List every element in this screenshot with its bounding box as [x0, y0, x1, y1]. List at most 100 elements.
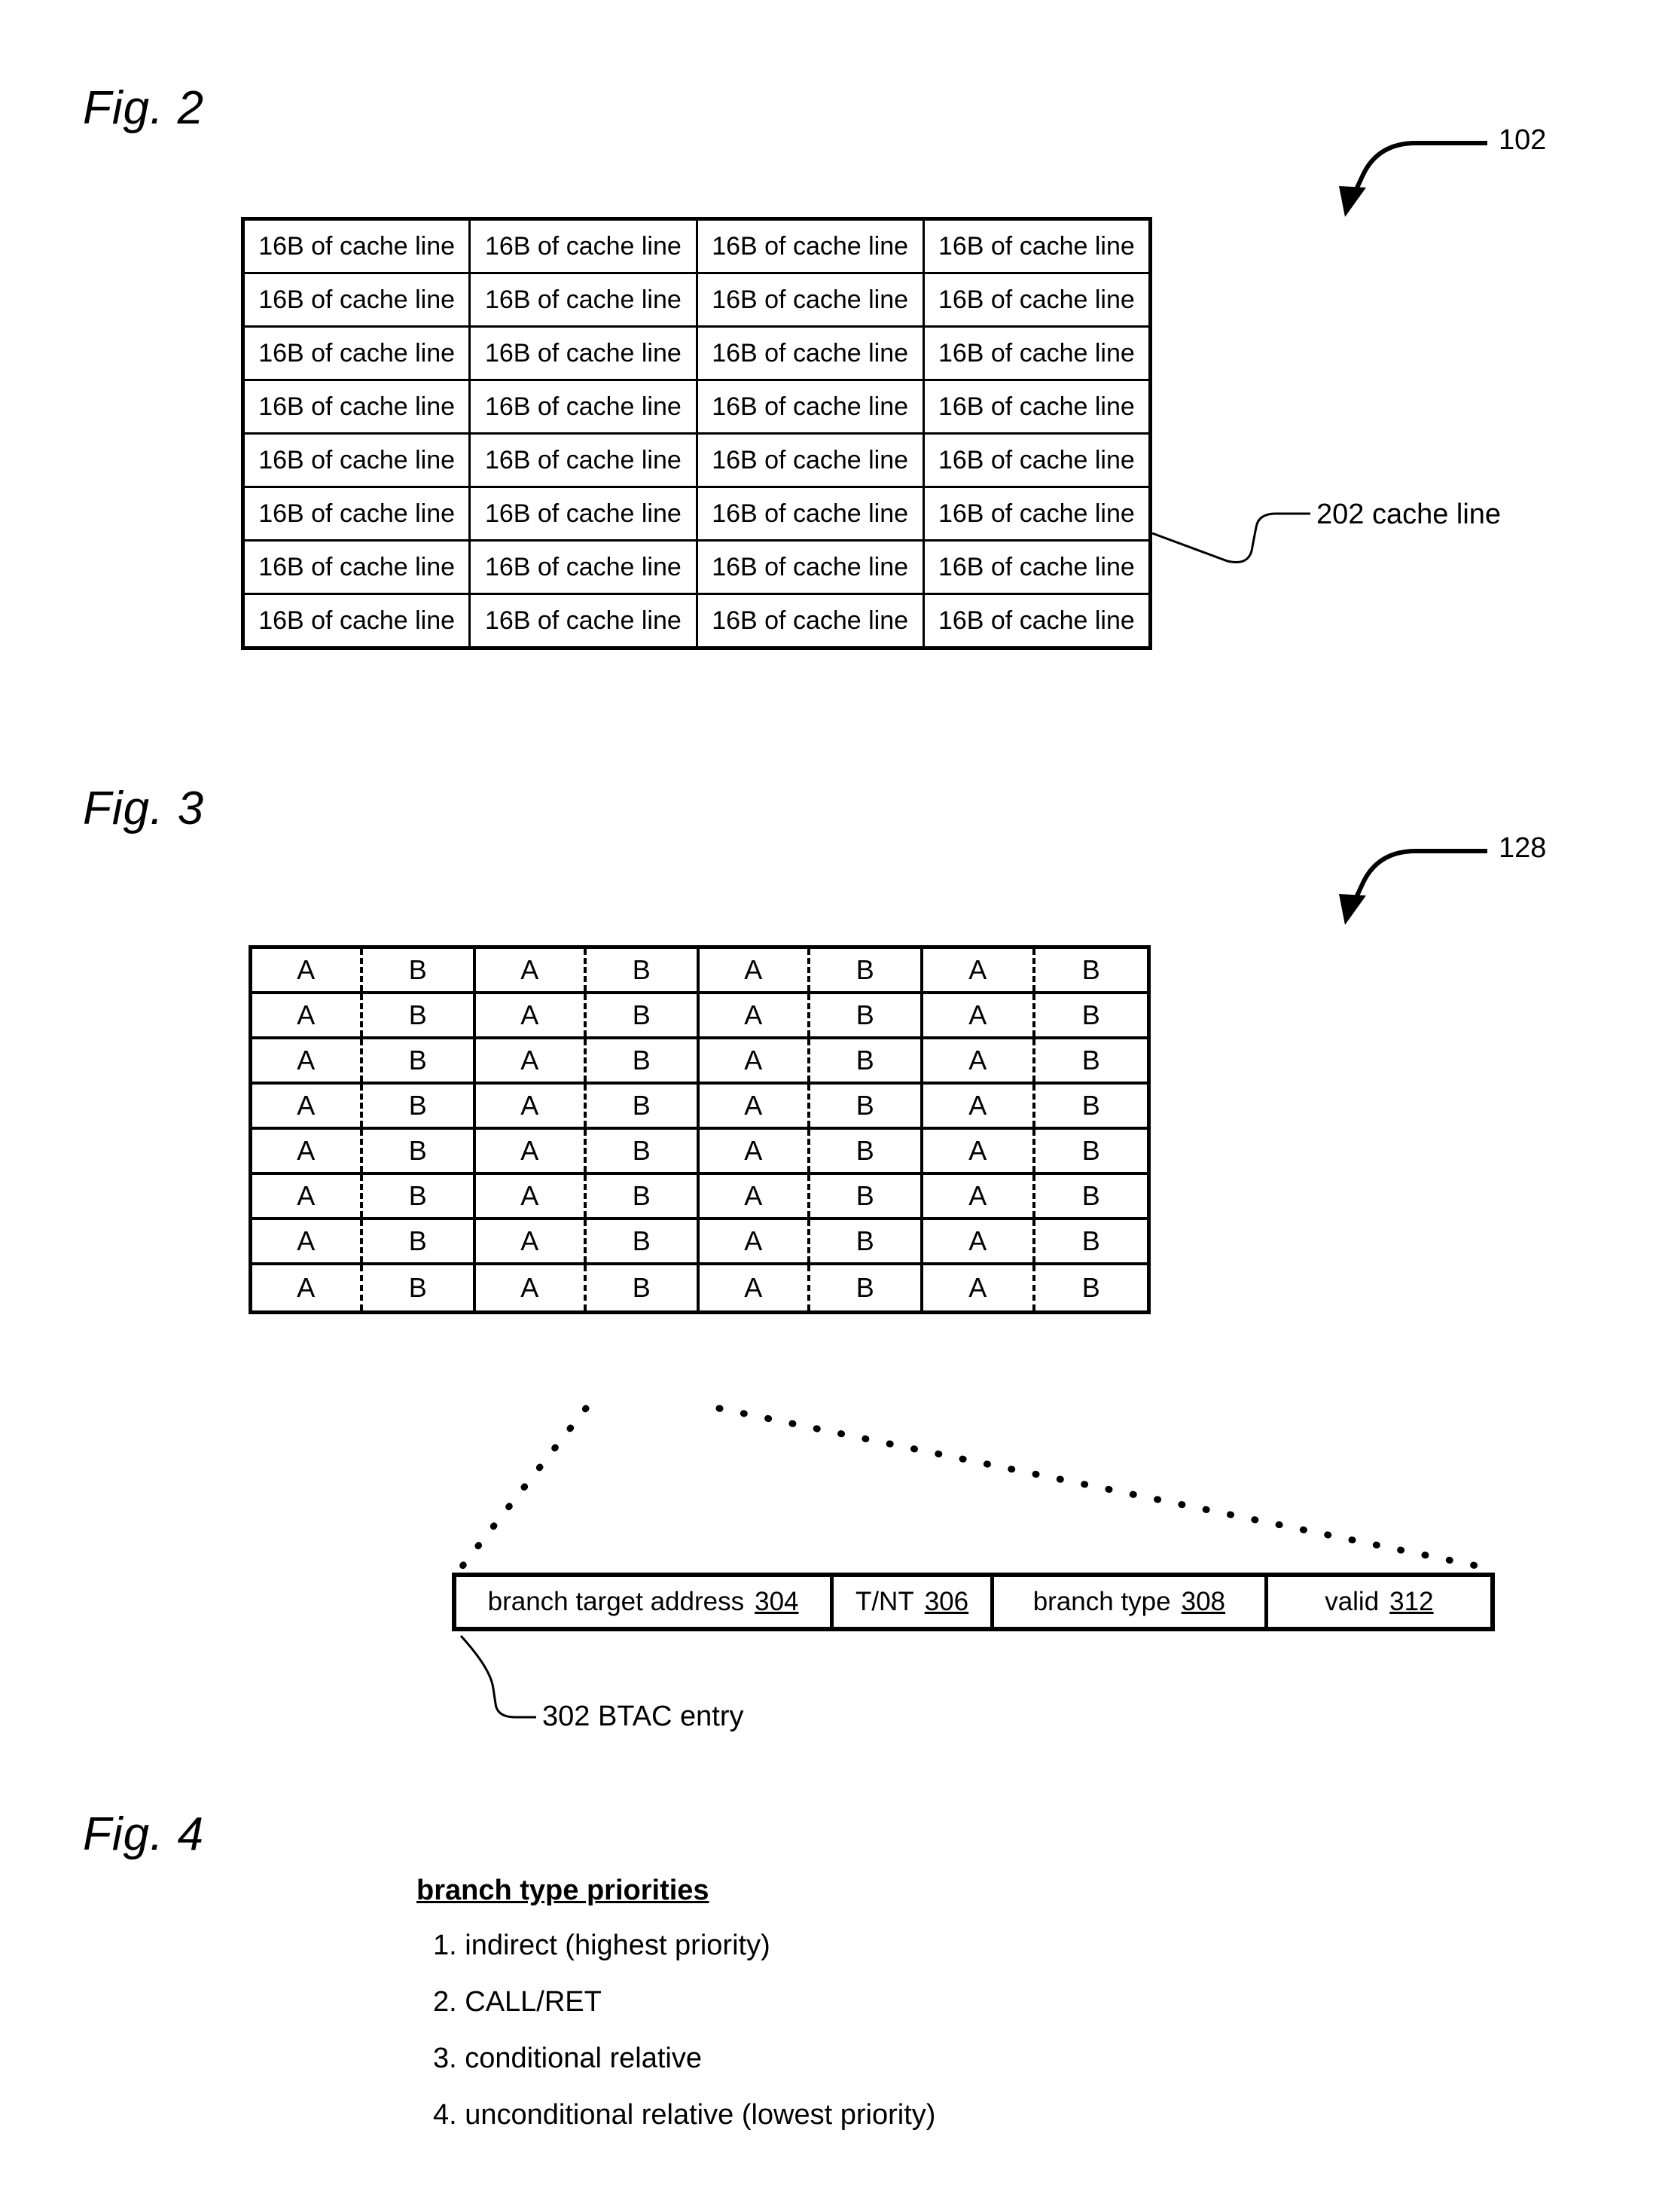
- btac-way-b-cell: B: [1081, 1135, 1100, 1166]
- branch-type-priorities-heading: branch type priorities: [416, 1875, 709, 1906]
- btac-entry-field: branch type 308: [994, 1577, 1268, 1627]
- btac-way-a-cell: A: [252, 1039, 363, 1082]
- cache-line-cell: 16B of cache line: [922, 593, 1152, 649]
- cache-line-row: 16B of cache line 16B of cache line 16B of…: [241, 379, 1152, 435]
- btac-way-b-cell: B: [855, 1045, 874, 1075]
- cache-line-row: 16B of cache line 16B of cache line 16B of…: [241, 432, 1152, 488]
- btac-way-pair: AB: [923, 1265, 1147, 1310]
- btac-way-pair: AB: [252, 1175, 476, 1217]
- cache-line-cell: 16B of cache line: [695, 325, 925, 381]
- btac-way-a-cell: A: [476, 994, 587, 1036]
- reference-numeral-128: 128: [1499, 832, 1547, 864]
- cache-line-cell: 16B of cache line: [468, 486, 698, 542]
- btac-way-pair: AB: [700, 1220, 923, 1262]
- btac-way-a-cell: A: [476, 1175, 587, 1217]
- btac-way-pair: AB: [923, 1175, 1147, 1217]
- cache-line-cell: 16B of cache line: [695, 593, 925, 649]
- cache-line-cell: 16B of cache line: [695, 379, 925, 435]
- btac-way-pair: AB: [700, 1085, 923, 1127]
- cache-line-cell: 16B of cache line: [695, 272, 925, 328]
- priority-list-item-3: 3. conditional relative: [433, 2043, 702, 2074]
- btac-way-pair: AB: [476, 994, 700, 1036]
- btac-way-b-cell: B: [408, 1225, 427, 1256]
- btac-way-pair: AB: [700, 1039, 923, 1082]
- cache-line-cell: 16B of cache line: [695, 218, 925, 274]
- btac-grid-row: ABABABAB: [252, 1039, 1147, 1085]
- btac-way-pair: AB: [476, 1220, 700, 1262]
- btac-way-a-cell: A: [252, 1130, 363, 1172]
- btac-way-a-cell: A: [923, 1039, 1035, 1082]
- cache-line-cell: 16B of cache line: [468, 379, 698, 435]
- cache-line-cell: 16B of cache line: [241, 379, 471, 435]
- cache-line-cell: 16B of cache line: [922, 486, 1152, 542]
- btac-way-b-cell: B: [1081, 954, 1100, 985]
- btac-way-a-cell: A: [476, 949, 587, 991]
- btac-entry-field-label: branch target address: [487, 1587, 745, 1616]
- cache-line-row: 16B of cache line 16B of cache line 16B of…: [241, 593, 1152, 649]
- btac-way-a-cell: A: [476, 1220, 587, 1262]
- callout-302-btac-entry: 302 BTAC entry: [542, 1701, 744, 1732]
- btac-way-pair: AB: [252, 1220, 476, 1262]
- cache-line-cell: 16B of cache line: [922, 272, 1152, 328]
- cache-line-cell: 16B of cache line: [468, 218, 698, 274]
- btac-way-b-cell: B: [855, 1272, 874, 1303]
- btac-way-a-cell: A: [923, 1175, 1035, 1217]
- cache-line-row: 16B of cache line 16B of cache line 16B of…: [241, 539, 1152, 595]
- btac-array-grid: ABABABABABABABABABABABABABABABABABABABAB…: [249, 945, 1151, 1314]
- btac-entry-field: T/NT 306: [834, 1577, 994, 1627]
- btac-way-a-cell: A: [252, 1175, 363, 1217]
- btac-way-b-cell: B: [632, 999, 651, 1030]
- btac-way-b-cell: B: [1081, 1225, 1100, 1256]
- btac-way-a-cell: A: [923, 1220, 1035, 1262]
- btac-way-pair: AB: [923, 1220, 1147, 1262]
- btac-way-pair: AB: [923, 949, 1147, 991]
- btac-way-b-cell: B: [855, 999, 874, 1030]
- callout-leader-302: [459, 1634, 536, 1719]
- btac-way-a-cell: A: [476, 1085, 587, 1127]
- btac-entry-bar: branch target address 304 T/NT 306 branch ty…: [452, 1573, 1495, 1631]
- btac-way-pair: AB: [923, 1039, 1147, 1082]
- btac-way-b-cell: B: [1081, 1045, 1100, 1075]
- btac-way-pair: AB: [252, 1085, 476, 1127]
- cache-line-cell: 16B of cache line: [468, 432, 698, 488]
- btac-way-b-cell: B: [408, 1090, 427, 1121]
- figure-label-fig4: Fig. 4: [83, 1808, 205, 1860]
- ref-arrow-128-head: [1339, 894, 1366, 925]
- btac-way-b-cell: B: [408, 999, 427, 1030]
- ref-arrow-102-head: [1339, 186, 1366, 217]
- expansion-line-right: [715, 1405, 1491, 1572]
- btac-way-a-cell: A: [476, 1130, 587, 1172]
- cache-line-cell: 16B of cache line: [922, 432, 1152, 488]
- btac-way-a-cell: A: [700, 1175, 810, 1217]
- btac-way-pair: AB: [476, 1130, 700, 1172]
- btac-way-a-cell: A: [252, 1085, 363, 1127]
- btac-way-b-cell: B: [408, 1180, 427, 1211]
- btac-way-pair: AB: [476, 1265, 700, 1310]
- btac-grid-row: ABABABAB: [252, 949, 1147, 994]
- cache-line-row: 16B of cache line 16B of cache line 16B of…: [241, 218, 1152, 274]
- cache-line-cell: 16B of cache line: [695, 539, 925, 595]
- btac-way-pair: AB: [923, 994, 1147, 1036]
- priority-list-item-1: 1. indirect (highest priority): [433, 1930, 770, 1961]
- cache-line-cell: 16B of cache line: [241, 325, 471, 381]
- cache-line-cell: 16B of cache line: [922, 218, 1152, 274]
- btac-way-a-cell: A: [252, 1220, 363, 1262]
- btac-way-pair: AB: [252, 949, 476, 991]
- btac-way-b-cell: B: [408, 1272, 427, 1303]
- btac-way-a-cell: A: [923, 949, 1035, 991]
- btac-way-b-cell: B: [632, 1135, 651, 1166]
- btac-way-pair: AB: [476, 1085, 700, 1127]
- btac-entry-field-numeral: 312: [1389, 1587, 1434, 1616]
- btac-grid-row: ABABABAB: [252, 1085, 1147, 1130]
- btac-way-b-cell: B: [1081, 1180, 1100, 1211]
- btac-way-a-cell: A: [252, 1265, 363, 1310]
- btac-way-pair: AB: [700, 949, 923, 991]
- ref-arrow-102: [1346, 141, 1487, 209]
- patent-drawing-sheet: Fig. 2 102 16B of cache line 16B of cache…: [0, 0, 1653, 2212]
- btac-way-pair: AB: [252, 1265, 476, 1310]
- btac-entry-field: valid 312: [1268, 1577, 1490, 1627]
- btac-way-a-cell: A: [700, 1085, 810, 1127]
- cache-line-cell: 16B of cache line: [241, 539, 471, 595]
- btac-grid-row: ABABABAB: [252, 1220, 1147, 1265]
- btac-entry-field-label: T/NT: [855, 1587, 914, 1616]
